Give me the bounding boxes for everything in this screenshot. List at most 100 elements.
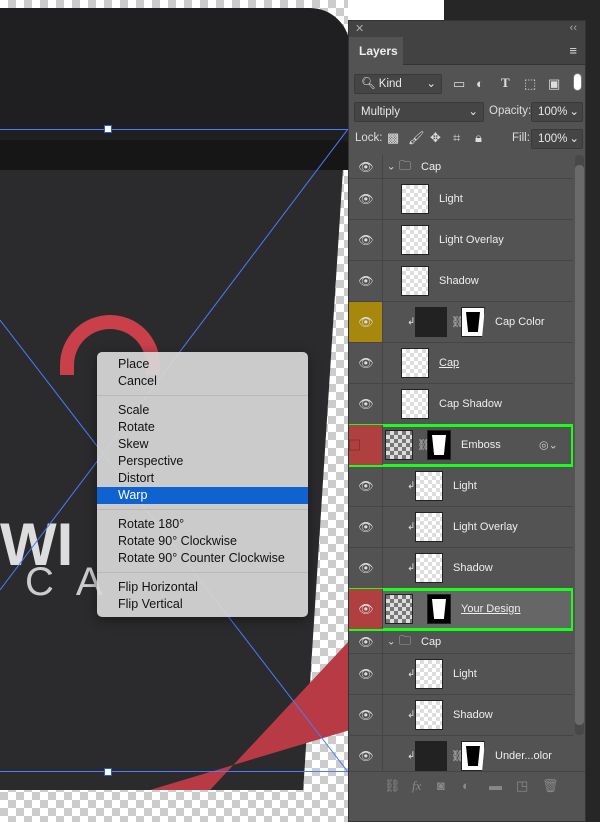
type-filter-icon[interactable]: T xyxy=(501,75,510,91)
collapse-panel-icon[interactable]: ‹‹ xyxy=(570,22,577,34)
layer-name: Light xyxy=(453,480,477,492)
fill-value: 100% xyxy=(538,133,568,145)
menu-separator xyxy=(97,509,308,510)
visibility-toggle[interactable]: 👁︎ xyxy=(349,384,383,424)
chevron-down-icon[interactable]: ⌄ xyxy=(387,636,395,647)
layer-row[interactable]: 👁︎ ↲ Light xyxy=(349,466,573,507)
adjustment-filter-icon[interactable]: ◐ xyxy=(476,76,484,91)
scrollbar-thumb[interactable] xyxy=(575,165,584,725)
layer-mask-thumbnail xyxy=(461,307,485,337)
lock-paint-icon[interactable]: 🖌︎ xyxy=(408,130,425,146)
blend-mode-select[interactable]: Multiply ⌄ xyxy=(354,102,484,122)
visibility-toggle[interactable] xyxy=(349,425,383,465)
layer-thumbnail xyxy=(415,659,443,689)
transform-handle-top[interactable] xyxy=(104,125,112,133)
fill-thumbnail xyxy=(415,307,447,337)
lock-transparent-icon[interactable]: ▩ xyxy=(387,130,399,146)
menu-item-rotate-180[interactable]: Rotate 180° xyxy=(97,516,308,533)
adjustment-icon[interactable]: ◐ xyxy=(462,778,470,793)
menu-item-warp[interactable]: Warp xyxy=(97,487,308,504)
filter-kind-select[interactable]: 🔍︎ Kind ⌄ xyxy=(354,74,442,94)
layer-name: Light xyxy=(439,193,463,205)
chevron-down-icon[interactable]: ⌄ xyxy=(569,130,579,148)
layer-row[interactable]: 👁︎ Light Overlay xyxy=(349,220,573,261)
lock-artboard-icon[interactable]: ⌗ xyxy=(453,130,460,146)
layer-name: Light Overlay xyxy=(453,521,518,533)
layer-thumbnail xyxy=(415,700,443,730)
eye-icon: 👁︎ xyxy=(358,634,374,649)
layer-name: Shadow xyxy=(453,709,493,721)
visibility-toggle[interactable]: 👁︎ xyxy=(349,179,383,219)
chevron-down-icon[interactable]: ⌄ xyxy=(569,103,579,121)
menu-item-skew[interactable]: Skew xyxy=(97,436,308,453)
layers-panel: ✕ ‹‹ Layers ≡ 🔍︎ Kind ⌄ ▭ ◐ T ⬚ ▣ Multiply… xyxy=(348,20,586,822)
layer-row[interactable]: 👁︎ ↲ ⛓︎ Cap Color xyxy=(349,302,573,343)
layers-scrollbar[interactable] xyxy=(575,155,584,735)
menu-item-scale[interactable]: Scale xyxy=(97,402,308,419)
new-layer-icon[interactable]: ◳ xyxy=(516,778,528,794)
visibility-toggle[interactable]: 👁︎ xyxy=(349,155,383,178)
layer-row[interactable]: 👁︎ Cap Shadow xyxy=(349,384,573,425)
blending-options-icon[interactable]: ◎⌄ xyxy=(539,439,558,452)
visibility-toggle[interactable]: 👁︎ xyxy=(349,220,383,260)
layer-row[interactable]: 👁︎ Your Design xyxy=(349,588,573,631)
layer-group-row[interactable]: 👁︎ ⌄ 🗀 Cap xyxy=(349,155,573,179)
layer-row[interactable]: ⛓︎ Emboss ◎⌄ xyxy=(349,424,573,467)
visibility-toggle[interactable]: 👁︎ xyxy=(349,343,383,383)
visibility-toggle[interactable]: 👁︎ xyxy=(349,630,383,653)
image-filter-icon[interactable]: ▭ xyxy=(453,76,465,92)
menu-item-rotate-90-counter-clockwise[interactable]: Rotate 90° Counter Clockwise xyxy=(97,550,308,567)
menu-item-flip-vertical[interactable]: Flip Vertical xyxy=(97,596,308,613)
layer-group-row[interactable]: 👁︎ ⌄ 🗀 Cap xyxy=(349,630,573,654)
filter-toggle[interactable] xyxy=(573,73,582,91)
menu-item-flip-horizontal[interactable]: Flip Horizontal xyxy=(97,579,308,596)
eye-icon: 👁︎ xyxy=(358,520,374,534)
panel-menu-icon[interactable]: ≡ xyxy=(569,43,577,58)
visibility-toggle[interactable]: 👁︎ xyxy=(349,261,383,301)
layer-thumbnail xyxy=(401,184,429,214)
group-icon[interactable]: ▬ xyxy=(489,778,502,793)
close-panel-icon[interactable]: ✕ xyxy=(355,22,364,35)
visibility-toggle[interactable]: 👁︎ xyxy=(349,507,383,547)
menu-item-place[interactable]: Place xyxy=(97,356,308,373)
visibility-toggle[interactable]: 👁︎ xyxy=(349,302,383,342)
transform-context-menu: Place Cancel Scale Rotate Skew Perspective Dis… xyxy=(97,352,308,617)
chevron-down-icon[interactable]: ⌄ xyxy=(387,161,395,172)
visibility-toggle[interactable]: 👁︎ xyxy=(349,736,383,771)
link-icon[interactable]: ⛓︎ xyxy=(384,778,401,794)
chevron-down-icon: ⌄ xyxy=(468,106,478,118)
layer-row[interactable]: 👁︎ ↲ Shadow xyxy=(349,695,573,736)
tab-layers[interactable]: Layers xyxy=(349,37,403,65)
layer-row[interactable]: 👁︎ ↲ Light xyxy=(349,654,573,695)
layer-row[interactable]: 👁︎ Light xyxy=(349,179,573,220)
eye-icon: 👁︎ xyxy=(358,315,374,329)
lock-position-icon[interactable]: ✥ xyxy=(430,130,441,146)
menu-item-rotate[interactable]: Rotate xyxy=(97,419,308,436)
visibility-toggle[interactable]: 👁︎ xyxy=(349,589,383,629)
trash-icon[interactable]: 🗑︎ xyxy=(542,778,559,794)
fx-icon[interactable]: fx xyxy=(412,778,421,794)
menu-item-distort[interactable]: Distort xyxy=(97,470,308,487)
menu-item-cancel[interactable]: Cancel xyxy=(97,373,308,390)
layer-name: Cap xyxy=(421,160,442,173)
layer-row[interactable]: 👁︎ ↲ Shadow xyxy=(349,548,573,589)
layer-row[interactable]: 👁︎ ↲ Light Overlay xyxy=(349,507,573,548)
menu-item-rotate-90-clockwise[interactable]: Rotate 90° Clockwise xyxy=(97,533,308,550)
layer-row[interactable]: 👁︎ Shadow xyxy=(349,261,573,302)
visibility-toggle[interactable]: 👁︎ xyxy=(349,548,383,588)
smart-object-filter-icon[interactable]: ▣ xyxy=(548,76,560,92)
blend-mode-value: Multiply xyxy=(361,106,400,118)
shape-filter-icon[interactable]: ⬚ xyxy=(524,76,536,92)
visibility-toggle[interactable]: 👁︎ xyxy=(349,695,383,735)
fill-input[interactable]: 100% ⌄ xyxy=(531,129,583,149)
transform-handle-bottom[interactable] xyxy=(104,768,112,776)
layer-row[interactable]: 👁︎ Cap xyxy=(349,343,573,384)
opacity-input[interactable]: 100% ⌄ xyxy=(531,102,583,122)
visibility-toggle[interactable]: 👁︎ xyxy=(349,466,383,506)
menu-item-perspective[interactable]: Perspective xyxy=(97,453,308,470)
layer-mask-thumbnail xyxy=(427,594,451,624)
layer-row[interactable]: 👁︎ ↲ ⛓︎ Under...olor xyxy=(349,736,573,771)
visibility-toggle[interactable]: 👁︎ xyxy=(349,654,383,694)
lock-all-icon[interactable]: 🔒︎ xyxy=(475,130,482,146)
mask-icon[interactable]: ◙ xyxy=(437,778,445,793)
